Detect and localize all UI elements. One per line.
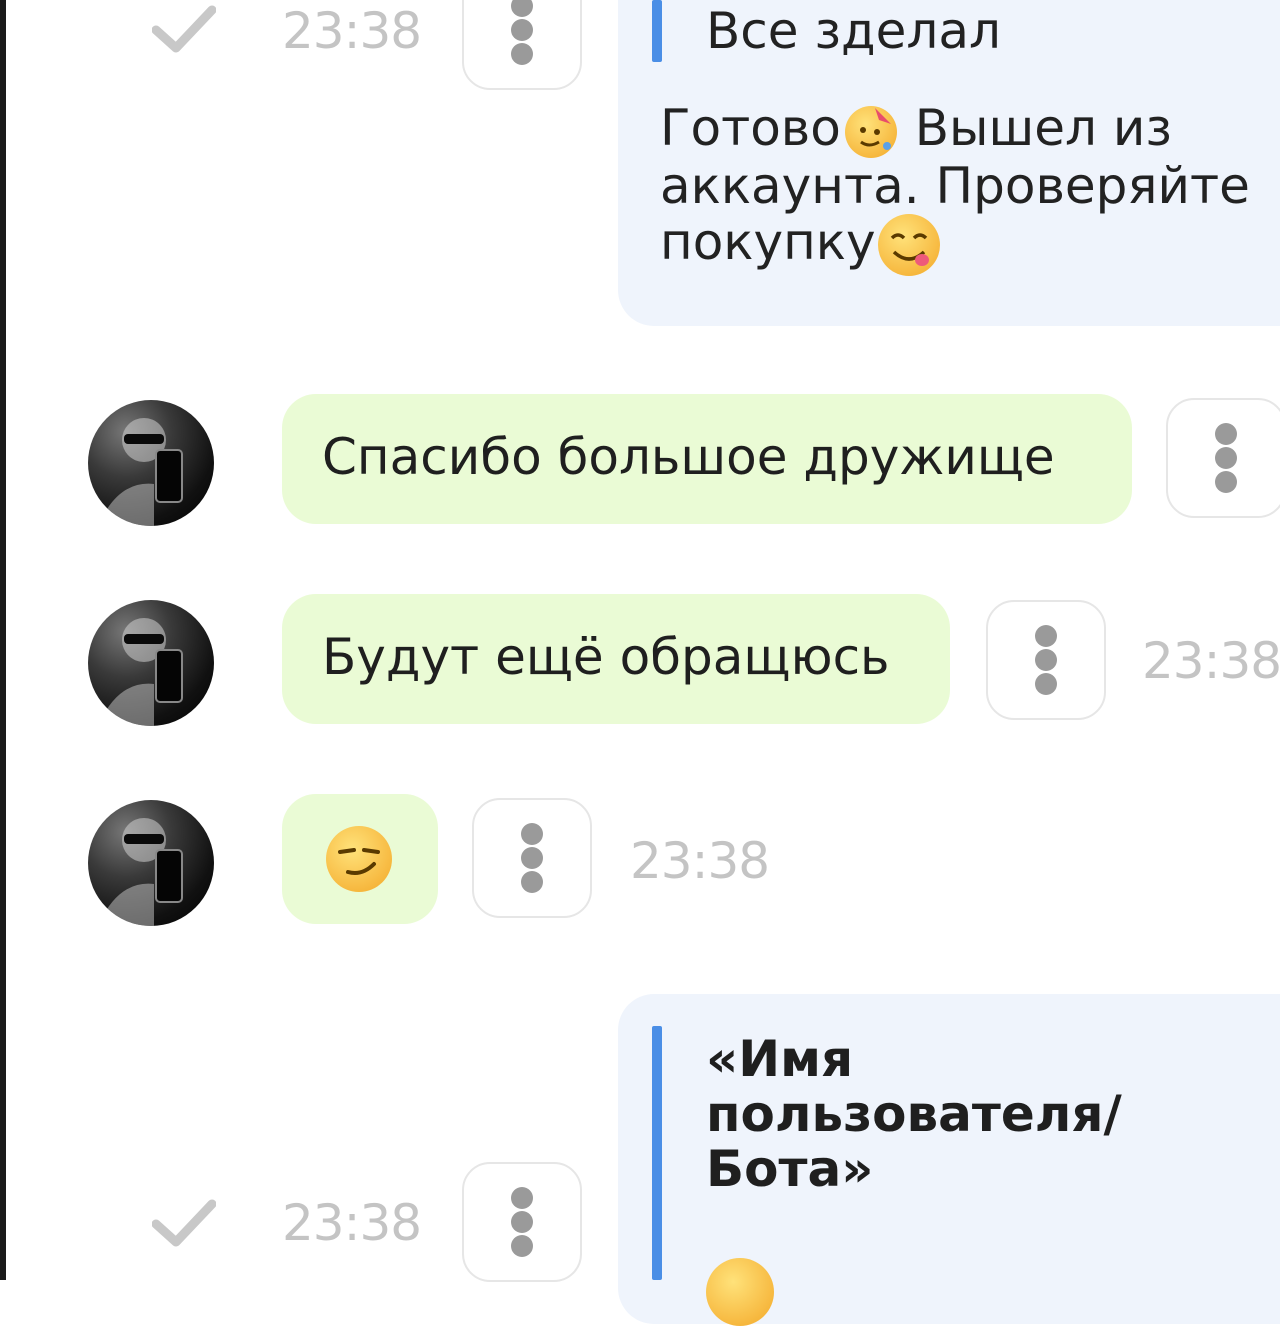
message-text: Будут ещё обращюсь: [322, 628, 890, 686]
message-text-line: Готово: [660, 99, 841, 157]
incoming-message-bubble[interactable]: [282, 794, 438, 924]
check-icon: [152, 5, 216, 53]
message-menu-button[interactable]: [1166, 398, 1280, 518]
reply-quote-author-line: пользователя/: [706, 1085, 1122, 1143]
smirk-face-emoji: [326, 826, 392, 892]
message-menu-button[interactable]: [472, 798, 592, 918]
reply-quote-author[interactable]: «Имя пользователя/ Бота»: [706, 1032, 1122, 1197]
more-vertical-icon: [521, 823, 543, 893]
more-vertical-icon: [511, 0, 533, 65]
reply-quote-author-line: Бота»: [706, 1140, 874, 1198]
avatar[interactable]: [88, 800, 214, 926]
message-time: 23:38: [1142, 632, 1280, 690]
message-menu-button[interactable]: [462, 0, 582, 90]
message-text: Спасибо большое дружище: [322, 428, 1055, 486]
party-face-emoji: [844, 105, 897, 158]
yum-face-emoji: [877, 214, 940, 276]
message-text-line: аккаунта. Проверяйте: [660, 156, 1250, 215]
reply-quote-text[interactable]: Все зделал: [706, 4, 1001, 59]
more-vertical-icon: [1215, 423, 1237, 493]
incoming-message-bubble[interactable]: Спасибо большое дружище: [282, 394, 1132, 524]
message-menu-button[interactable]: [986, 600, 1106, 720]
check-icon: [152, 1199, 216, 1247]
avatar[interactable]: [88, 400, 214, 526]
reply-quote-author-line: «Имя: [706, 1030, 854, 1088]
reply-quote-bar: [652, 0, 662, 62]
message-text-line: покупку: [660, 212, 876, 271]
message-text: Готово Вышел из аккаунта. Проверяйте пок…: [660, 100, 1280, 276]
more-vertical-icon: [1035, 625, 1057, 695]
message-menu-button[interactable]: [462, 1162, 582, 1282]
message-time: 23:38: [630, 832, 770, 890]
message-time: 23:38: [282, 1194, 422, 1252]
more-vertical-icon: [511, 1187, 533, 1257]
emoji-partial: [706, 1258, 774, 1326]
avatar[interactable]: [88, 600, 214, 726]
message-text-line: Вышел из: [898, 99, 1172, 157]
reply-quote-bar: [652, 1026, 662, 1280]
message-time: 23:38: [282, 2, 422, 60]
incoming-message-bubble[interactable]: Будут ещё обращюсь: [282, 594, 950, 724]
window-edge: [0, 0, 6, 1280]
